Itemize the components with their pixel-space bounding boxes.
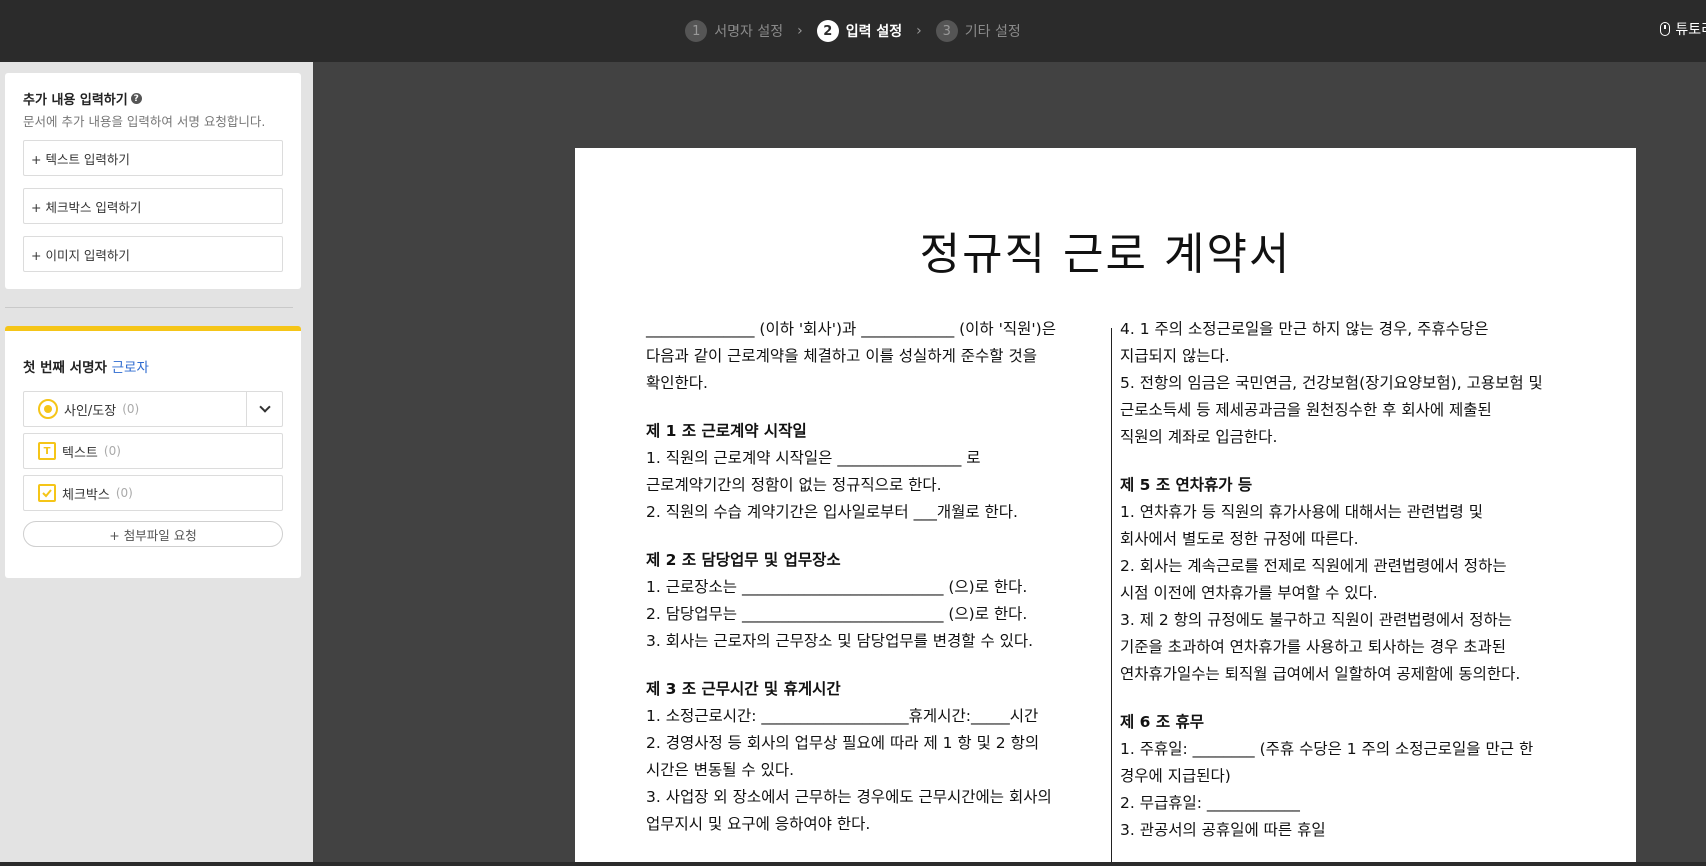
doc-line: 근로소득세 등 제세공과금을 원천징수한 후 회사에 제출된 [1120, 401, 1492, 419]
mouse-icon [1660, 22, 1671, 36]
doc-line: 기준을 초과하여 연차휴가를 사용하고 퇴사하는 경우 초과된 [1120, 638, 1507, 656]
checkbox-icon [38, 484, 56, 502]
doc-line: 1. 직원의 근로계약 시작일은 ________________ 로 [646, 449, 981, 467]
step-number: 1 [685, 20, 708, 42]
document-left-column: ______________ (이하 '회사')과 ____________ (… [646, 316, 1086, 838]
doc-line: ______________ (이하 '회사')과 ____________ (… [646, 320, 1056, 338]
doc-line: 4. 1 주의 소정근로일을 만근 하지 않는 경우, 주휴수당은 [1120, 320, 1489, 338]
doc-line: 근로계약기간의 정함이 없는 정규직으로 한다. [646, 476, 942, 494]
doc-line: 2. 경영사정 등 회사의 업무상 필요에 따라 제 1 항 및 2 항의 [646, 734, 1040, 752]
attachment-request-button[interactable]: + 첨부파일 요청 [23, 521, 283, 547]
field-label: 사인/도장 [64, 403, 117, 419]
add-image-button[interactable]: + 이미지 입력하기 [23, 236, 283, 272]
chevron-right-icon: › [916, 23, 922, 39]
step-input-settings[interactable]: 2 입력 설정 [816, 20, 903, 42]
field-count: (0) [103, 444, 121, 458]
add-checkbox-button[interactable]: + 체크박스 입력하기 [23, 188, 283, 224]
step-label: 기타 설정 [964, 24, 1021, 40]
add-content-desc: 문서에 추가 내용을 입력하여 서명 요청합니다. [23, 114, 266, 129]
doc-line: 연차휴가일수는 퇴직월 급여에서 일할하여 공제함에 동의한다. [1120, 665, 1521, 683]
step-signer-settings[interactable]: 1 서명자 설정 [685, 20, 783, 42]
doc-line: 1. 연차휴가 등 직원의 휴가사용에 대해서는 관련법령 및 [1120, 503, 1483, 521]
article-title: 제 6 조 휴무 [1120, 713, 1205, 731]
doc-line: 1. 소정근로시간: ___________________휴게시간:_____… [646, 707, 1039, 725]
doc-line: 회사에서 별도로 정한 규정에 따른다. [1120, 530, 1359, 548]
checkbox-field-button[interactable]: 체크박스 (0) [23, 475, 283, 511]
doc-line: 1. 근로장소는 __________________________ (으)로… [646, 578, 1028, 596]
signer-title: 첫 번째 서명자 근로자 [23, 356, 149, 376]
field-count: (0) [122, 402, 140, 416]
bottom-edge [0, 862, 1706, 866]
tutorial-button[interactable]: 튜토리 [1660, 19, 1706, 39]
article-title: 제 5 조 연차휴가 등 [1120, 476, 1253, 494]
top-bar: 1 서명자 설정 › 2 입력 설정 › 3 기타 설정 튜토리 [0, 0, 1706, 62]
signature-field-button[interactable]: 사인/도장 (0) [23, 391, 283, 427]
doc-line: 3. 사업장 외 장소에서 근무하는 경우에도 근무시간에는 회사의 [646, 788, 1052, 806]
document-right-column: 4. 1 주의 소정근로일을 만근 하지 않는 경우, 주휴수당은 지급되지 않… [1120, 316, 1590, 844]
doc-line: 1. 주휴일: ________ (주휴 수당은 1 주의 소정근로일을 만근 … [1120, 740, 1534, 758]
doc-line: 업무지시 및 요구에 응하여야 한다. [646, 815, 871, 833]
text-field-icon: T [38, 442, 56, 460]
field-count: (0) [115, 486, 133, 500]
signer-prefix: 첫 번째 서명자 [23, 360, 107, 376]
add-content-title-text: 추가 내용 입력하기 [23, 93, 128, 108]
chevron-down-icon [258, 401, 271, 413]
left-panel: 추가 내용 입력하기 ? 문서에 추가 내용을 입력하여 서명 요청합니다. +… [0, 62, 313, 866]
document-title: 정규직 근로 계약서 [919, 229, 1292, 280]
add-text-button[interactable]: + 텍스트 입력하기 [23, 140, 283, 176]
panel-divider [5, 307, 293, 308]
signature-dropdown[interactable] [246, 392, 282, 426]
article-title: 제 1 조 근로계약 시작일 [646, 422, 807, 440]
step-other-settings[interactable]: 3 기타 설정 [935, 20, 1021, 42]
text-field-button[interactable]: T 텍스트 (0) [23, 433, 283, 469]
signer-role: 근로자 [111, 360, 149, 376]
field-label: 텍스트 [62, 445, 98, 461]
tutorial-label: 튜토리 [1675, 22, 1706, 38]
step-number: 2 [816, 20, 839, 42]
signature-icon [38, 399, 58, 419]
chevron-right-icon: › [797, 23, 803, 39]
doc-line: 지급되지 않는다. [1120, 347, 1230, 365]
step-label: 서명자 설정 [714, 24, 784, 40]
field-label: 체크박스 [62, 487, 110, 503]
step-indicator: 1 서명자 설정 › 2 입력 설정 › 3 기타 설정 [0, 0, 1706, 62]
signer-card: 첫 번째 서명자 근로자 사인/도장 (0) T 텍스트 (0) 체크박스 (0… [5, 326, 301, 578]
doc-line: 시점 이전에 연차휴가를 부여할 수 있다. [1120, 584, 1378, 602]
column-divider [1111, 328, 1112, 862]
doc-line: 확인한다. [646, 374, 708, 392]
step-number: 3 [935, 20, 958, 42]
doc-line: 경우에 지급된다) [1120, 767, 1231, 785]
step-label: 입력 설정 [845, 24, 903, 40]
doc-line: 3. 회사는 근로자의 근무장소 및 담당업무를 변경할 수 있다. [646, 632, 1034, 650]
doc-line: 시간은 변동될 수 있다. [646, 761, 795, 779]
help-icon[interactable]: ? [130, 93, 142, 104]
doc-line: 3. 관공서의 공휴일에 따른 휴일 [1120, 821, 1326, 839]
doc-line: 다음과 같이 근로계약을 체결하고 이를 성실하게 준수할 것을 [646, 347, 1037, 365]
article-title: 제 2 조 담당업무 및 업무장소 [646, 551, 841, 569]
doc-line: 2. 무급휴일: ____________ [1120, 794, 1300, 812]
document-page[interactable]: 정규직 근로 계약서 ______________ (이하 '회사')과 ___… [575, 148, 1636, 862]
doc-line: 2. 회사는 계속근로를 전제로 직원에게 관련법령에서 정하는 [1120, 557, 1507, 575]
doc-line: 5. 전항의 임금은 국민연금, 건강보험(장기요양보험), 고용보험 및 [1120, 374, 1543, 392]
doc-line: 2. 담당업무는 __________________________ (으)로… [646, 605, 1028, 623]
document-viewer[interactable]: 정규직 근로 계약서 ______________ (이하 '회사')과 ___… [313, 62, 1706, 862]
doc-line: 2. 직원의 수습 계약기간은 입사일로부터 ___개월로 한다. [646, 503, 1018, 521]
add-content-title: 추가 내용 입력하기 ? [23, 89, 142, 108]
article-title: 제 3 조 근무시간 및 휴게시간 [646, 680, 841, 698]
doc-line: 3. 제 2 항의 규정에도 불구하고 직원이 관련법령에서 정하는 [1120, 611, 1513, 629]
doc-line: 직원의 계좌로 입금한다. [1120, 428, 1278, 446]
add-content-card: 추가 내용 입력하기 ? 문서에 추가 내용을 입력하여 서명 요청합니다. +… [5, 73, 301, 289]
